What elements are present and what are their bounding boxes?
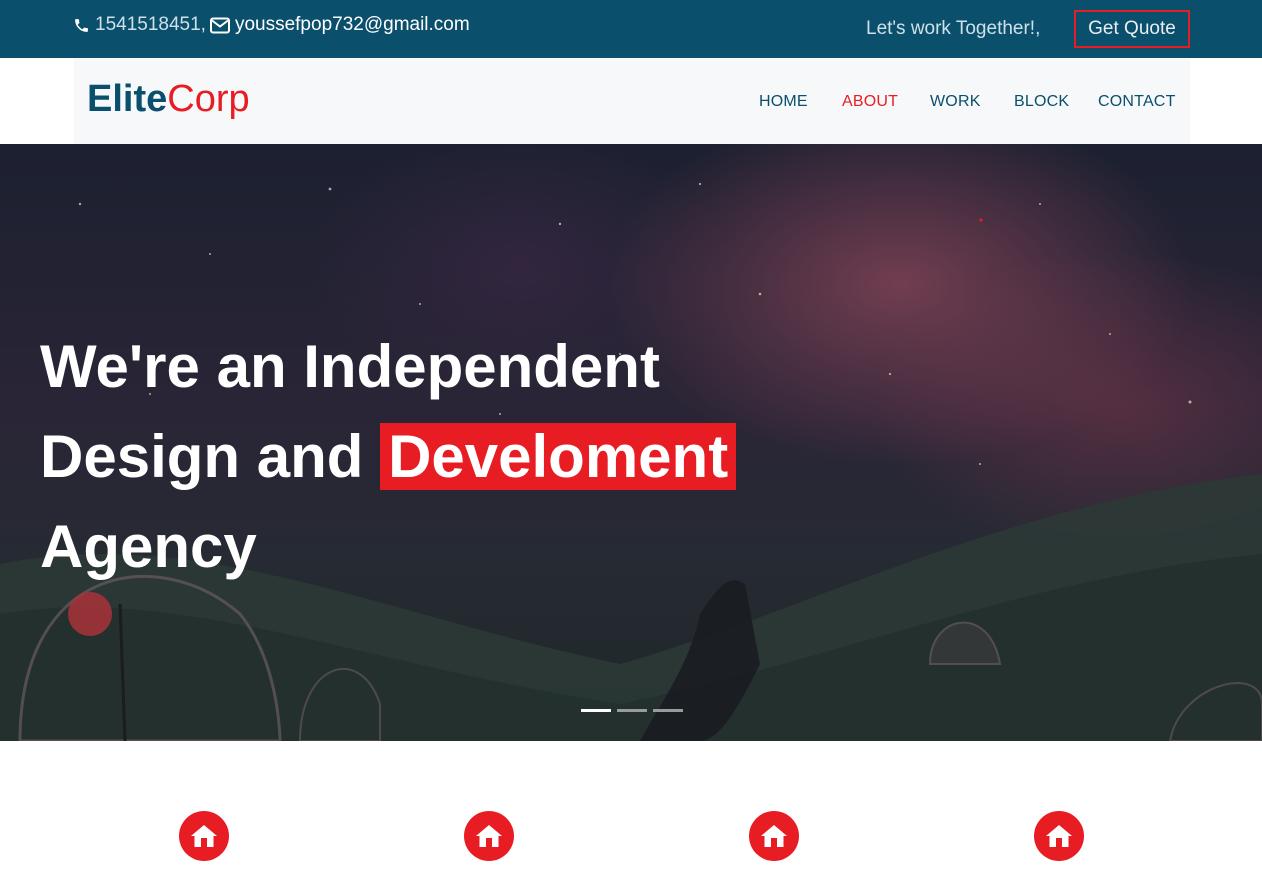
top-bar: 1541518451, youssefpop732@gmail.com Let'…: [0, 0, 1262, 58]
logo-elite: Elite: [87, 78, 168, 120]
nav-home[interactable]: HOME: [759, 93, 808, 111]
logo[interactable]: EliteCorp: [87, 80, 250, 118]
carousel-indicators: [581, 709, 689, 712]
email-address[interactable]: youssefpop732@gmail.com: [235, 14, 470, 36]
headline-line-2-text: Design and: [40, 423, 381, 490]
carousel-indicator-2[interactable]: [617, 709, 647, 712]
nav-work[interactable]: WORK: [930, 93, 981, 111]
home-icon: [1034, 811, 1084, 861]
nav-about[interactable]: ABOUT: [842, 93, 898, 111]
headline-line-3: Agency: [40, 513, 257, 580]
tagline: Let's work Together!,: [866, 18, 1041, 39]
home-icon: [464, 811, 514, 861]
hero-headline: We're an Independent Design and Develome…: [40, 322, 737, 592]
contact-info: 1541518451, youssefpop732@gmail.com: [73, 14, 470, 36]
headline-line-2: Design and Develoment: [40, 412, 737, 502]
navbar: EliteCorp HOME ABOUT WORK BLOCK CONTACT: [74, 58, 1190, 144]
home-icon: [179, 811, 229, 861]
envelope-icon: [209, 17, 230, 34]
home-icon: [749, 811, 799, 861]
phone-icon: [73, 17, 90, 34]
get-quote-button[interactable]: Get Quote: [1074, 10, 1190, 48]
carousel-indicator-1[interactable]: [581, 709, 611, 712]
nav-contact[interactable]: CONTACT: [1098, 93, 1176, 111]
headline-highlight: Develoment: [380, 423, 737, 490]
carousel-indicator-3[interactable]: [653, 709, 683, 712]
nav-block[interactable]: BLOCK: [1014, 93, 1069, 111]
phone-number[interactable]: 1541518451,: [95, 14, 206, 36]
logo-corp: Corp: [167, 78, 250, 120]
headline-line-1: We're an Independent: [40, 333, 660, 400]
hero-carousel: We're an Independent Design and Develome…: [0, 144, 1262, 741]
